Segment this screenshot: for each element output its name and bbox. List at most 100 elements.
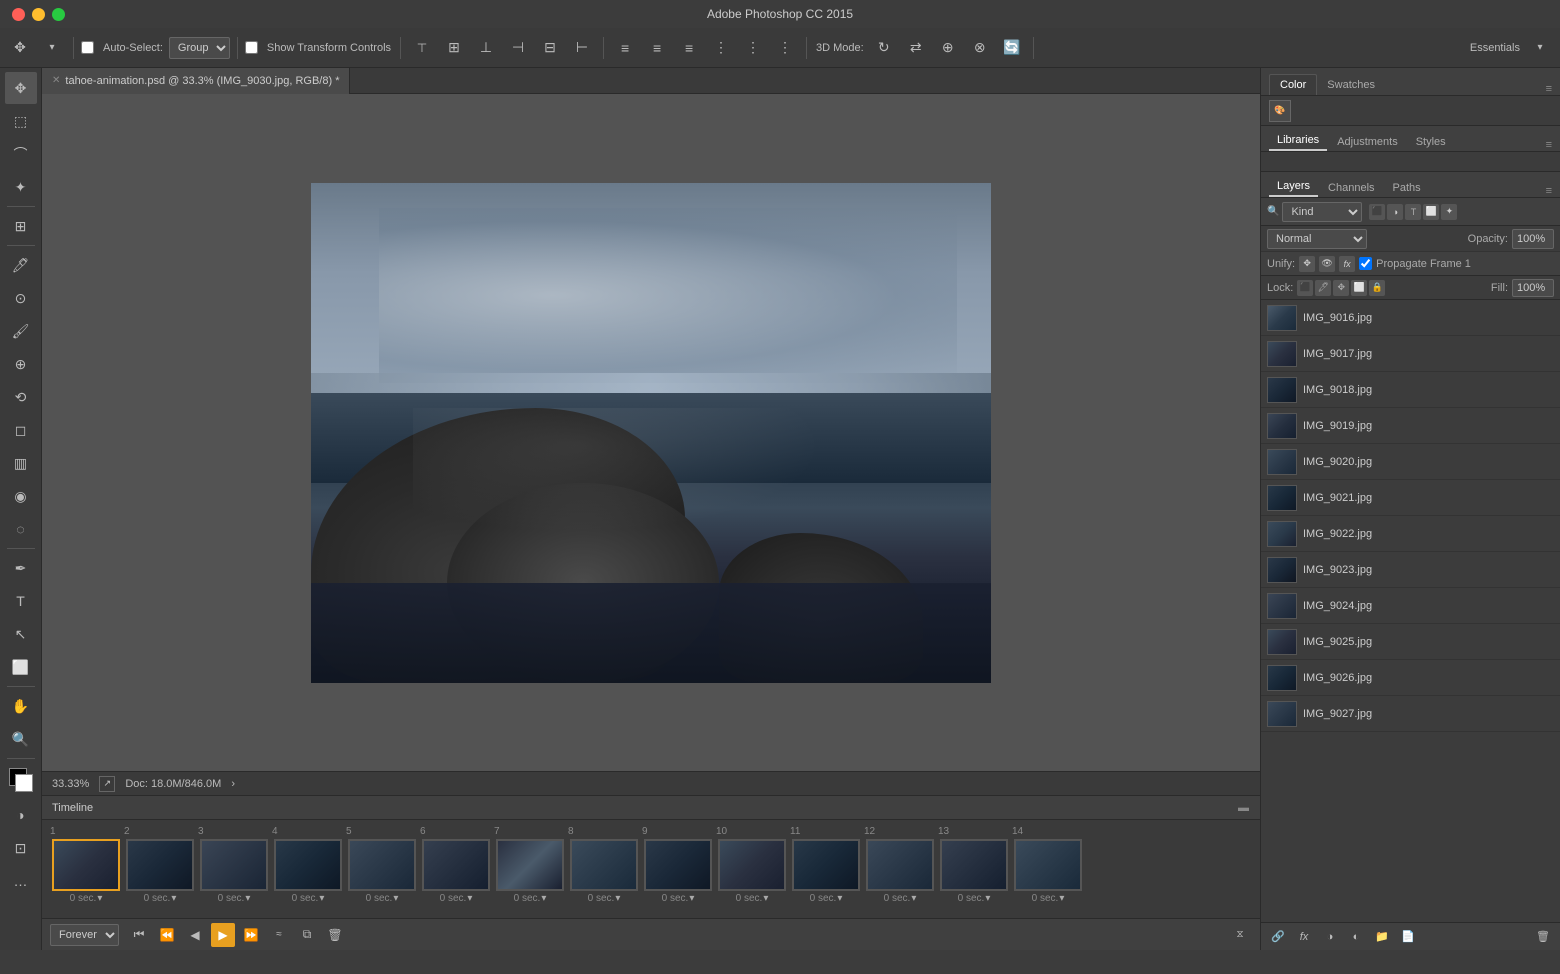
frame-11[interactable]: 11 0 sec.▾ — [790, 826, 862, 904]
frame-12-thumb[interactable] — [866, 839, 934, 891]
add-group-btn[interactable]: 📁 — [1371, 926, 1393, 948]
frame-9[interactable]: 9 0 sec.▾ — [642, 826, 714, 904]
frame-9-thumb[interactable] — [644, 839, 712, 891]
layer-item-9022[interactable]: IMG_9022.jpg — [1261, 516, 1560, 552]
next-frame-btn[interactable]: ⏩ — [239, 923, 263, 947]
frame-1[interactable]: 1 0 sec.▾ — [50, 826, 122, 904]
layer-item-9020[interactable]: IMG_9020.jpg — [1261, 444, 1560, 480]
threed-dolly-btn[interactable]: ⊗ — [966, 34, 994, 62]
layers-list[interactable]: IMG_9016.jpg IMG_9017.jpg IMG_9018.jpg I… — [1261, 300, 1560, 922]
history-tool[interactable]: ⟲ — [5, 381, 37, 413]
frame-7[interactable]: 7 0 sec.▾ — [494, 826, 566, 904]
frame-13-timing[interactable]: 0 sec.▾ — [958, 893, 991, 904]
autoselect-checkbox[interactable] — [81, 41, 94, 54]
opacity-input[interactable] — [1512, 229, 1554, 249]
add-style-btn[interactable]: fx — [1293, 926, 1315, 948]
tab-layers[interactable]: Layers — [1269, 177, 1318, 197]
propagate-checkbox[interactable] — [1359, 257, 1372, 270]
frame-14-thumb[interactable] — [1014, 839, 1082, 891]
essentials-dropdown-btn[interactable]: ▾ — [1526, 34, 1554, 62]
lock-position-btn[interactable]: ✥ — [1333, 280, 1349, 296]
threed-pan-btn[interactable]: ⇄ — [902, 34, 930, 62]
frame-2-thumb[interactable] — [126, 839, 194, 891]
frame-4-thumb[interactable] — [274, 839, 342, 891]
pixel-filter-icon[interactable]: ⬛ — [1369, 204, 1385, 220]
frame-8-thumb[interactable] — [570, 839, 638, 891]
frame-8-timing[interactable]: 0 sec.▾ — [588, 893, 621, 904]
frame-1-thumb[interactable] — [52, 839, 120, 891]
frame-3[interactable]: 3 0 sec.▾ — [198, 826, 270, 904]
threed-orbit-btn[interactable]: 🔄 — [998, 34, 1026, 62]
tab-libraries[interactable]: Libraries — [1269, 131, 1327, 151]
unify-visibility-btn[interactable]: 👁 — [1319, 256, 1335, 272]
dist-left-btn[interactable]: ⋮ — [707, 34, 735, 62]
layer-item-9021[interactable]: IMG_9021.jpg — [1261, 480, 1560, 516]
frame-2-timing[interactable]: 0 sec.▾ — [144, 893, 177, 904]
frame-4[interactable]: 4 0 sec.▾ — [272, 826, 344, 904]
background-color[interactable] — [15, 774, 33, 792]
tab-swatches[interactable]: Swatches — [1317, 75, 1385, 95]
tab-close-btn[interactable]: ✕ — [52, 75, 60, 86]
dist-right-btn[interactable]: ⋮ — [771, 34, 799, 62]
tab-paths[interactable]: Paths — [1385, 179, 1429, 197]
tween-btn[interactable]: ≈ — [267, 923, 291, 947]
marquee-tool[interactable]: ⬚ — [5, 105, 37, 137]
shape-tool[interactable]: ⬜ — [5, 651, 37, 683]
gradient-tool[interactable]: ▥ — [5, 447, 37, 479]
layer-item-9027[interactable]: IMG_9027.jpg — [1261, 696, 1560, 732]
layers-menu-btn[interactable]: ≡ — [1546, 185, 1552, 197]
frame-14[interactable]: 14 0 sec.▾ — [1012, 826, 1084, 904]
timeline-content[interactable]: 1 0 sec.▾ 2 — [42, 820, 1260, 918]
smart-filter-icon[interactable]: ✦ — [1441, 204, 1457, 220]
close-button[interactable] — [12, 8, 25, 21]
lock-all-btn[interactable]: 🔒 — [1369, 280, 1385, 296]
frame-5-thumb[interactable] — [348, 839, 416, 891]
convert-timeline-btn[interactable]: ⧖ — [1228, 923, 1252, 947]
unify-style-btn[interactable]: fx — [1339, 256, 1355, 272]
layer-item-9016[interactable]: IMG_9016.jpg — [1261, 300, 1560, 336]
pen-tool[interactable]: ✒ — [5, 552, 37, 584]
frame-10-thumb[interactable] — [718, 839, 786, 891]
move-tool[interactable]: ✥ — [5, 72, 37, 104]
frame-1-timing[interactable]: 0 sec.▾ — [70, 893, 103, 904]
dist-bottom-btn[interactable]: ≡ — [675, 34, 703, 62]
link-layers-btn[interactable]: 🔗 — [1267, 926, 1289, 948]
new-layer-btn[interactable]: 📄 — [1397, 926, 1419, 948]
delete-frame-btn[interactable]: 🗑 — [323, 923, 347, 947]
tool-options-arrow[interactable]: ▾ — [38, 34, 66, 62]
tab-channels[interactable]: Channels — [1320, 179, 1382, 197]
frame-4-timing[interactable]: 0 sec.▾ — [292, 893, 325, 904]
align-vcenter-btn[interactable]: ⊞ — [440, 34, 468, 62]
transform-checkbox[interactable] — [245, 41, 258, 54]
align-bottom-btn[interactable]: ⊥ — [472, 34, 500, 62]
frame-13-thumb[interactable] — [940, 839, 1008, 891]
dist-hcenter-btn[interactable]: ⋮ — [739, 34, 767, 62]
frame-11-thumb[interactable] — [792, 839, 860, 891]
spot-heal-tool[interactable]: ⊙ — [5, 282, 37, 314]
play-btn[interactable]: ▶ — [211, 923, 235, 947]
eyedropper-tool[interactable]: 🖊 — [5, 249, 37, 281]
zoom-tool[interactable]: 🔍 — [5, 723, 37, 755]
section-menu-btn[interactable]: ≡ — [1546, 139, 1552, 151]
frame-7-thumb[interactable] — [496, 839, 564, 891]
frame-11-timing[interactable]: 0 sec.▾ — [810, 893, 843, 904]
frame-10[interactable]: 10 0 sec.▾ — [716, 826, 788, 904]
first-frame-btn[interactable]: ⏮ — [127, 923, 151, 947]
frame-10-timing[interactable]: 0 sec.▾ — [736, 893, 769, 904]
lock-image-btn[interactable]: 🖊 — [1315, 280, 1331, 296]
shape-filter-icon[interactable]: ⬜ — [1423, 204, 1439, 220]
layer-item-9023[interactable]: IMG_9023.jpg — [1261, 552, 1560, 588]
align-hcenter-btn[interactable]: ⊟ — [536, 34, 564, 62]
layers-kind-filter[interactable]: Kind Name Effect — [1282, 202, 1362, 222]
dodge-tool[interactable]: ◌ — [5, 513, 37, 545]
type-filter-icon[interactable]: T — [1405, 204, 1421, 220]
frame-6-timing[interactable]: 0 sec.▾ — [440, 893, 473, 904]
screen-mode-tool[interactable]: ⊡ — [5, 832, 37, 864]
fill-input[interactable] — [1512, 279, 1554, 297]
frame-6[interactable]: 6 0 sec.▾ — [420, 826, 492, 904]
timeline-collapse-btn[interactable]: ▬ — [1238, 802, 1250, 814]
add-mask-btn[interactable]: ◑ — [1319, 926, 1341, 948]
fg-bg-colors[interactable] — [5, 764, 37, 796]
blur-tool[interactable]: ◉ — [5, 480, 37, 512]
move-tool-btn[interactable]: ✥ — [6, 34, 34, 62]
